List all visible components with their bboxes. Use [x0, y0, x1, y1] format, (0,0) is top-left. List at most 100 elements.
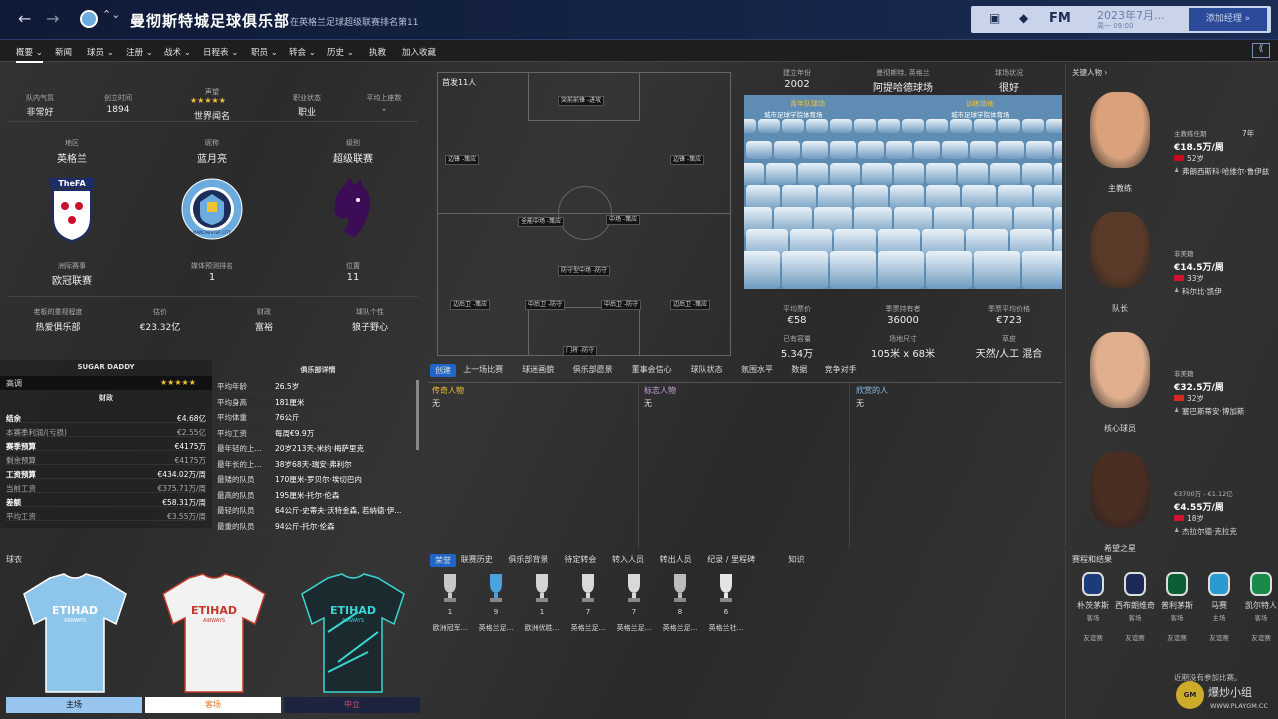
trophy-label[interactable]: 英格兰社... [704, 623, 748, 633]
history-tab[interactable]: 纪录 / 里程碑 [707, 554, 755, 565]
trophy-icon[interactable] [530, 572, 554, 604]
expand-icon[interactable]: ⟪ [1252, 43, 1270, 58]
lineup-slot[interactable]: 中后卫 -防守 [525, 300, 566, 310]
home-kit-icon[interactable]: ETIHAD AIRWAYS [20, 572, 130, 696]
people-tab[interactable]: 创建 [430, 364, 456, 377]
fixture-opponent[interactable]: 西布朗维奇 [1112, 600, 1158, 611]
menu-overview[interactable]: 概要 ⌄ [16, 46, 43, 63]
add-manager-button[interactable]: 添加经理 » [1189, 8, 1267, 31]
club-crest-icon[interactable] [80, 10, 98, 28]
menu-registration[interactable]: 注册 ⌄ [126, 46, 153, 58]
menu-staff[interactable]: 职员 ⌄ [251, 46, 278, 58]
id-card-icon[interactable]: ▣ [989, 11, 1000, 25]
trophy-icon[interactable] [484, 572, 508, 604]
opponent-crest-icon[interactable] [1082, 572, 1104, 596]
people-tab[interactable]: 俱乐部愿景 [573, 364, 613, 375]
menu-news[interactable]: 新闻 [55, 46, 72, 58]
menu-players[interactable]: 球员 ⌄ [87, 46, 114, 58]
trophy-label[interactable]: 英格兰足... [474, 623, 518, 633]
fixture-opponent[interactable]: 凯尔特人 [1238, 600, 1278, 611]
key-people-title[interactable]: 关键人物 › [1072, 67, 1107, 78]
trophy-icon[interactable] [714, 572, 738, 604]
lineup-slot[interactable]: 全能中场 -策应 [518, 217, 565, 227]
away-kit-icon[interactable]: ETIHAD AIRWAYS [159, 572, 269, 696]
history-tab[interactable]: 知识 [788, 554, 804, 565]
person-name[interactable]: 杰拉尔德·克拉克 [1182, 526, 1237, 537]
trophy-icon[interactable] [438, 572, 462, 604]
stadium-name[interactable]: 阿提哈德球场 [850, 79, 956, 94]
continental-value[interactable]: 欧冠联赛 [32, 272, 112, 287]
lineup-slot[interactable]: 防守型中场 -防守 [558, 266, 611, 276]
person-photo[interactable] [1090, 452, 1150, 528]
lineup-slot[interactable]: 边后卫 -策应 [670, 300, 711, 310]
menu-schedule[interactable]: 日程表 ⌄ [203, 46, 238, 58]
trophy-icon[interactable] [622, 572, 646, 604]
people-tab[interactable]: 董事会信心 [632, 364, 672, 375]
opponent-crest-icon[interactable] [1124, 572, 1146, 596]
menu-favorite[interactable]: 加入收藏 [402, 46, 436, 58]
history-tab[interactable]: 俱乐部背景 [508, 554, 548, 565]
fixture-opponent[interactable]: 普利茅斯 [1154, 600, 1200, 611]
fa-crest-icon[interactable]: TheFA [50, 178, 94, 243]
opponent-crest-icon[interactable] [1166, 572, 1188, 596]
people-tab[interactable]: 竞争对手 [825, 364, 857, 375]
people-tab[interactable]: 球迷画貌 [522, 364, 554, 375]
club-switch-icon[interactable]: ⌃⌄ [102, 8, 120, 21]
lineup-pitch[interactable]: 首发11人 突前前锋 -进攻 边锋 -策应 边锋 -策应 全能中场 -策应 中场… [437, 72, 731, 356]
kit-label[interactable]: 客场 [145, 697, 281, 713]
finance-row-label: 工资预算 [6, 470, 36, 479]
person-name[interactable]: 塞巴斯蒂安·博加斯 [1182, 406, 1244, 417]
people-tab[interactable]: 数据 [791, 364, 807, 375]
kit-label[interactable]: 主场 [6, 697, 142, 713]
fixture-opponent[interactable]: 朴茨茅斯 [1070, 600, 1116, 611]
trophy-label[interactable]: 英格兰足... [566, 623, 610, 633]
menu-history[interactable]: 历史 ⌄ [327, 46, 354, 58]
people-tab[interactable]: 氛围水平 [741, 364, 773, 375]
forward-arrow-icon[interactable]: → [46, 9, 59, 28]
details-scrollbar[interactable] [416, 380, 419, 450]
lineup-slot[interactable]: 边后卫 -策应 [450, 300, 491, 310]
history-tab[interactable]: 联赛历史 [461, 554, 493, 565]
third-kit-icon[interactable]: ETIHAD AIRWAYS [298, 572, 408, 696]
history-tab[interactable]: 待定转会 [564, 554, 596, 565]
fixture-opponent[interactable]: 马赛 [1196, 600, 1242, 611]
founded-label: 创立时间 [104, 94, 132, 102]
level-value[interactable]: 超级联赛 [313, 150, 393, 165]
opponent-crest-icon[interactable] [1250, 572, 1272, 596]
person-name[interactable]: 科尔比·凯伊 [1182, 286, 1222, 297]
history-tab[interactable]: 转出人员 [660, 554, 692, 565]
person-photo[interactable] [1090, 332, 1150, 408]
lineup-slot[interactable]: 突前前锋 -进攻 [558, 96, 605, 106]
menu-coaching[interactable]: 执教 [369, 46, 386, 58]
menu-tactics[interactable]: 战术 ⌄ [164, 46, 191, 58]
people-tab[interactable]: 球队状态 [691, 364, 723, 375]
premier-league-icon[interactable] [326, 176, 378, 242]
trophy-label[interactable]: 英格兰足... [612, 623, 656, 633]
lineup-slot[interactable]: 边锋 -策应 [445, 155, 480, 165]
people-tab[interactable]: 上一场比赛 [463, 364, 503, 375]
fm-logo[interactable]: FM [1049, 11, 1071, 26]
person-photo[interactable] [1090, 92, 1150, 168]
pitch-size-label: 场地尺寸 [889, 335, 917, 343]
shield-icon[interactable]: ◆ [1019, 11, 1028, 25]
lineup-slot[interactable]: 边锋 -策应 [670, 155, 705, 165]
club-info-panel: 队内气氛 非常好 创立时间 1894 声望 ★★★★★ 世界闻名 职业状态 职业… [0, 64, 425, 359]
person-photo[interactable] [1090, 212, 1150, 288]
lineup-slot[interactable]: 中后卫 -防守 [601, 300, 642, 310]
lineup-slot[interactable]: 中场 -策应 [606, 215, 641, 225]
man-city-crest-icon[interactable]: MANCHESTER CITY [181, 178, 243, 240]
opponent-crest-icon[interactable] [1208, 572, 1230, 596]
back-arrow-icon[interactable]: ← [18, 9, 31, 28]
person-name[interactable]: 弗朗西斯科·哈维尔·鲁伊兹 [1182, 166, 1269, 177]
trophy-label[interactable]: 欧洲优胜... [520, 623, 564, 633]
history-tab[interactable]: 转入人员 [612, 554, 644, 565]
history-tab[interactable]: 荣誉 [430, 554, 456, 567]
lineup-slot[interactable]: 门将 -防守 [563, 346, 598, 356]
trophy-label[interactable]: 欧洲冠军... [428, 623, 472, 633]
trophy-icon[interactable] [668, 572, 692, 604]
region-value[interactable]: 英格兰 [32, 150, 112, 165]
trophy-icon[interactable] [576, 572, 600, 604]
menu-transfers[interactable]: 转会 ⌄ [289, 46, 316, 58]
kit-label[interactable]: 中立 [284, 697, 420, 713]
trophy-label[interactable]: 英格兰足... [658, 623, 702, 633]
